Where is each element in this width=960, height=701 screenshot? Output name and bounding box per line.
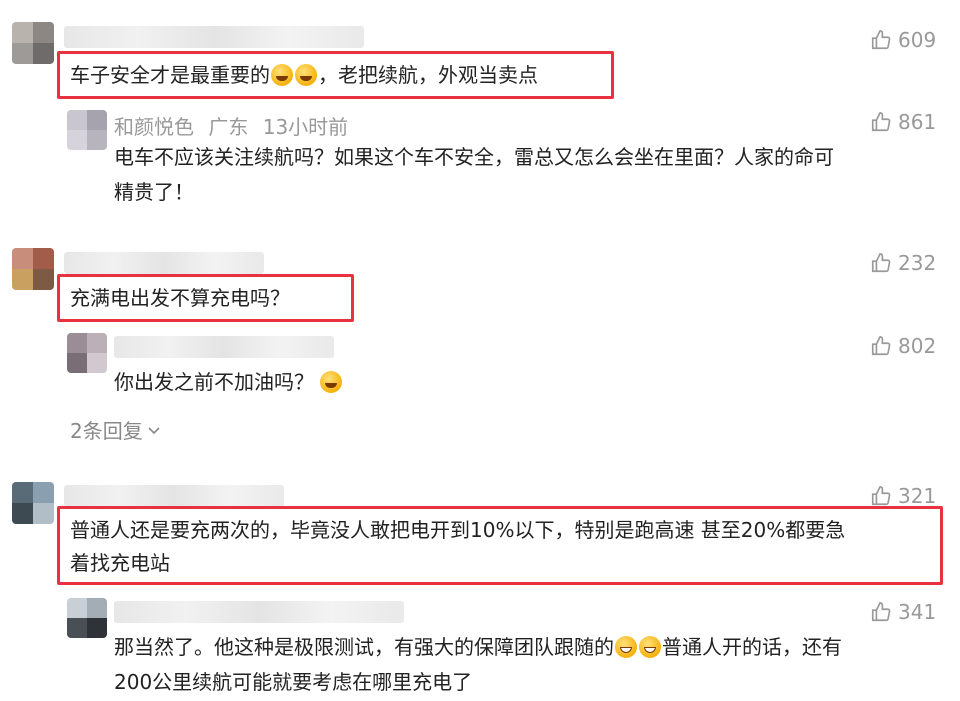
- timestamp: 13小时前: [262, 115, 349, 139]
- grin-emoji: [639, 636, 661, 658]
- comment-text-line2: 精贵了！: [114, 180, 194, 204]
- chevron-down-icon: [148, 426, 160, 434]
- comment-text: 你出发之前不加油吗？: [114, 364, 343, 400]
- avatar[interactable]: [12, 482, 54, 524]
- laugh-emoji: [320, 371, 342, 393]
- grin-emoji: [615, 636, 637, 658]
- comment-text: 电车不应该关注续航吗？如果这个车不安全，雷总又怎么会坐在里面？人家的命可: [114, 145, 834, 169]
- like-button[interactable]: 232: [870, 251, 936, 275]
- like-count: 861: [898, 110, 937, 134]
- thumbs-up-icon: [871, 30, 891, 50]
- username[interactable]: 和颜悦色: [114, 115, 194, 139]
- avatar[interactable]: [67, 110, 107, 150]
- thumbs-up-icon: [871, 253, 891, 273]
- thumbs-up-icon: [871, 112, 891, 132]
- location: 广东: [208, 115, 249, 139]
- like-button[interactable]: 609: [870, 28, 936, 52]
- like-count: 232: [898, 251, 937, 275]
- thumbs-up-icon: [871, 486, 891, 506]
- username-blurred: [64, 485, 284, 507]
- avatar[interactable]: [67, 598, 107, 638]
- like-count: 802: [898, 334, 937, 358]
- username-blurred: [114, 336, 334, 358]
- comment-text: 那当然了。他这种是极限测试，有强大的保障团队跟随的 普通人开的话，还有: [114, 635, 842, 659]
- reply-meta: 和颜悦色 广东 13小时前: [114, 111, 348, 140]
- like-count: 341: [898, 600, 937, 624]
- avatar[interactable]: [12, 22, 54, 64]
- like-button[interactable]: 341: [870, 600, 936, 624]
- comment-text-line2: 200公里续航可能就要考虑在哪里充电了: [114, 670, 473, 694]
- username-blurred: [64, 252, 264, 274]
- like-button[interactable]: 861: [870, 110, 936, 134]
- avatar[interactable]: [12, 248, 54, 290]
- more-replies-link[interactable]: 2条回复: [70, 415, 161, 444]
- like-count: 321: [898, 484, 937, 508]
- cry-laugh-emoji: [271, 64, 293, 86]
- thumbs-up-icon: [871, 336, 891, 356]
- like-button[interactable]: 321: [870, 484, 936, 508]
- username-blurred: [114, 601, 404, 623]
- cry-laugh-emoji: [295, 64, 317, 86]
- comment-text-line2: 着找充电站: [70, 551, 170, 575]
- avatar[interactable]: [67, 333, 107, 373]
- like-count: 609: [898, 28, 937, 52]
- like-button[interactable]: 802: [870, 334, 936, 358]
- more-replies-label: 2条回复: [70, 419, 143, 443]
- comment-text: 充满电出发不算充电吗？: [70, 286, 290, 310]
- comment-text: 普通人还是要充两次的，毕竟没人敢把电开到10%以下，特别是跑高速 甚至20%都要…: [70, 518, 846, 542]
- username-blurred: [64, 26, 364, 48]
- comment-text: 车子安全才是最重要的 ，老把续航，外观当卖点: [70, 63, 538, 87]
- thumbs-up-icon: [871, 602, 891, 622]
